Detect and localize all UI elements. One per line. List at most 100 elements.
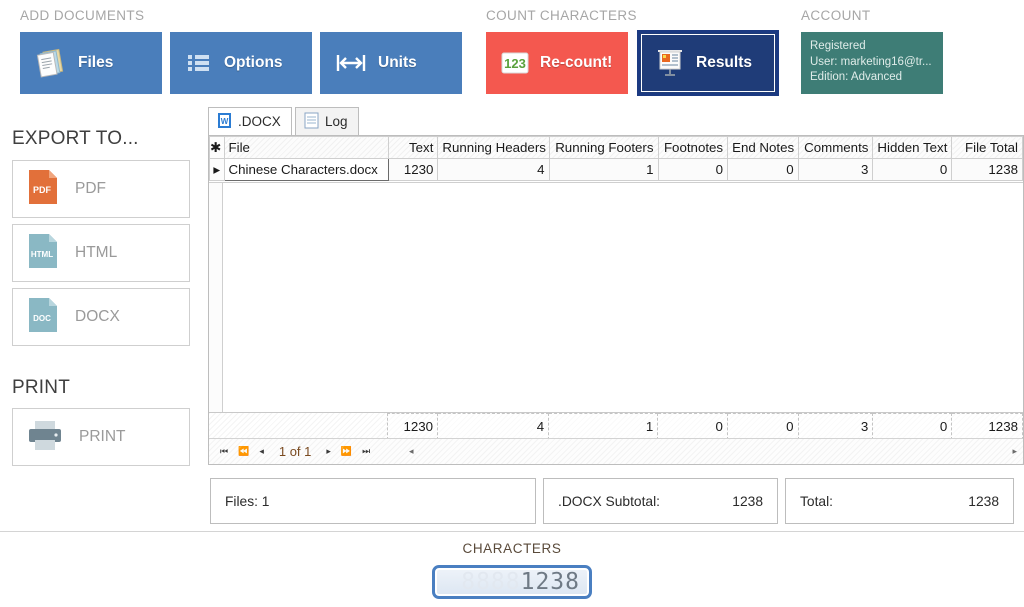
results-grid: ✱ File Text Running Headers Running Foot… bbox=[208, 135, 1024, 465]
export-pdf-label: PDF bbox=[75, 180, 106, 197]
account-status: Registered bbox=[810, 40, 866, 52]
characters-counter-display: 8888 1238 bbox=[432, 565, 592, 599]
svg-text:HTML: HTML bbox=[31, 250, 53, 259]
row-cell-end-notes[interactable]: 0 bbox=[727, 158, 799, 181]
row-cell-file-total[interactable]: 1238 bbox=[951, 158, 1023, 181]
export-pdf-button[interactable]: PDF PDF bbox=[12, 160, 190, 218]
nav-last-button[interactable]: ⏭ bbox=[362, 447, 370, 457]
scroll-left-arrow-icon[interactable]: ◂ bbox=[409, 446, 414, 457]
recount-button[interactable]: 123 Re-count! bbox=[486, 32, 628, 94]
html-file-icon: HTML bbox=[25, 231, 61, 276]
totals-label bbox=[224, 414, 388, 440]
files-button[interactable]: Files bbox=[20, 32, 162, 94]
grid-totals-row: 1230 4 1 0 0 3 0 1238 bbox=[209, 412, 1023, 440]
log-doc-icon bbox=[304, 112, 319, 132]
export-html-button[interactable]: HTML HTML bbox=[12, 224, 190, 282]
doc-file-icon: DOC bbox=[25, 295, 61, 340]
grid-col-footnotes[interactable]: Footnotes bbox=[657, 136, 729, 159]
grid-header-marker: ✱ bbox=[209, 136, 225, 159]
export-docx-button[interactable]: DOC DOCX bbox=[12, 288, 190, 346]
tab-log[interactable]: Log bbox=[295, 107, 359, 135]
svg-text:DOC: DOC bbox=[33, 314, 51, 323]
grid-empty-area bbox=[209, 182, 1023, 414]
total-box: Total: 1238 bbox=[785, 478, 1014, 524]
export-html-label: HTML bbox=[75, 244, 118, 261]
app-root: ADD DOCUMENTS COUNT CHARACTERS ACCOUNT F… bbox=[0, 0, 1024, 607]
printer-icon bbox=[25, 417, 65, 458]
grid-col-text[interactable]: Text bbox=[387, 136, 439, 159]
grid-col-running-headers[interactable]: Running Headers bbox=[437, 136, 550, 159]
svg-text:123: 123 bbox=[504, 56, 526, 71]
docx-subtotal-label: .DOCX Subtotal: bbox=[558, 493, 660, 509]
files-summary-box: Files: 1 bbox=[210, 478, 536, 524]
ribbon-group-label-count-characters: COUNT CHARACTERS bbox=[486, 8, 637, 23]
nav-next-button[interactable]: ▸ bbox=[326, 447, 331, 457]
lcd-off-digits: 8888 bbox=[461, 568, 521, 595]
horizontal-scrollbar[interactable]: ◂ ▸ bbox=[405, 439, 1021, 463]
print-button[interactable]: PRINT bbox=[12, 408, 190, 466]
units-button-label: Units bbox=[378, 54, 417, 71]
grid-col-hidden-text[interactable]: Hidden Text bbox=[872, 136, 953, 159]
account-edition: Edition: Advanced bbox=[810, 71, 903, 83]
list-icon bbox=[184, 48, 214, 78]
123-icon: 123 bbox=[500, 50, 530, 76]
grid-col-file[interactable]: File bbox=[223, 136, 389, 159]
row-marker: ▸ bbox=[209, 158, 225, 181]
docx-subtotal-box: .DOCX Subtotal: 1238 bbox=[543, 478, 778, 524]
files-summary-label: Files: 1 bbox=[225, 493, 270, 509]
word-doc-icon: W bbox=[217, 112, 232, 132]
grid-col-end-notes[interactable]: End Notes bbox=[727, 136, 799, 159]
totals-comments: 3 bbox=[797, 413, 874, 440]
measure-icon bbox=[334, 49, 368, 77]
totals-running-footers: 1 bbox=[548, 413, 659, 440]
recount-button-label: Re-count! bbox=[540, 54, 613, 71]
results-tabstrip: W .DOCX Log bbox=[208, 107, 1024, 135]
row-cell-file[interactable]: Chinese Characters.docx bbox=[223, 158, 389, 181]
grid-col-running-footers[interactable]: Running Footers bbox=[548, 136, 659, 159]
totals-running-headers: 4 bbox=[437, 413, 550, 440]
total-label: Total: bbox=[800, 493, 833, 509]
nav-prev-page-button[interactable]: ⏪ bbox=[238, 447, 249, 457]
row-cell-text[interactable]: 1230 bbox=[387, 158, 439, 181]
ribbon-toolbar: ADD DOCUMENTS COUNT CHARACTERS ACCOUNT F… bbox=[0, 0, 1024, 100]
grid-header-row: ✱ File Text Running Headers Running Foot… bbox=[209, 136, 1023, 159]
row-cell-footnotes[interactable]: 0 bbox=[657, 158, 729, 181]
grid-col-file-total[interactable]: File Total bbox=[951, 136, 1023, 159]
row-cell-comments[interactable]: 3 bbox=[797, 158, 874, 181]
results-button-label: Results bbox=[696, 54, 752, 71]
files-button-label: Files bbox=[78, 54, 114, 71]
options-button[interactable]: Options bbox=[170, 32, 312, 94]
print-title: PRINT bbox=[12, 377, 70, 398]
account-panel[interactable]: Registered User: marketing16@tr... Editi… bbox=[801, 32, 943, 94]
export-to-title: EXPORT TO... bbox=[12, 128, 139, 149]
characters-counter-title: CHARACTERS bbox=[462, 541, 562, 556]
total-value: 1238 bbox=[968, 493, 999, 509]
row-cell-hidden-text[interactable]: 0 bbox=[872, 158, 953, 181]
results-grid-table: ✱ File Text Running Headers Running Foot… bbox=[209, 136, 1023, 181]
results-button[interactable]: Results bbox=[637, 30, 779, 96]
nav-first-button[interactable]: ⏮ bbox=[220, 447, 228, 457]
print-label: PRINT bbox=[79, 428, 126, 445]
units-button[interactable]: Units bbox=[320, 32, 462, 94]
totals-text: 1230 bbox=[387, 413, 439, 440]
grid-col-comments[interactable]: Comments bbox=[797, 136, 874, 159]
row-cell-running-headers[interactable]: 4 bbox=[437, 158, 550, 181]
tab-docx-label: .DOCX bbox=[238, 114, 281, 129]
table-row[interactable]: ▸ Chinese Characters.docx 1230 4 1 0 0 3… bbox=[209, 158, 1023, 181]
lcd-value: 1238 bbox=[520, 568, 580, 595]
ribbon-group-label-account: ACCOUNT bbox=[801, 8, 871, 23]
tab-docx[interactable]: W .DOCX bbox=[208, 107, 292, 135]
scroll-right-arrow-icon[interactable]: ▸ bbox=[1012, 446, 1017, 457]
grid-row-gutter bbox=[209, 183, 223, 414]
totals-gutter bbox=[209, 414, 224, 440]
presentation-icon bbox=[654, 47, 686, 79]
nav-next-page-button[interactable]: ⏩ bbox=[341, 447, 352, 457]
nav-prev-button[interactable]: ◂ bbox=[259, 447, 264, 457]
totals-end-notes: 0 bbox=[726, 413, 799, 440]
totals-footnotes: 0 bbox=[657, 413, 728, 440]
row-cell-running-footers[interactable]: 1 bbox=[548, 158, 659, 181]
totals-hidden-text: 0 bbox=[872, 413, 953, 440]
grid-navigator: ⏮ ⏪ ◂ 1 of 1 ▸ ⏩ ⏭ ◂ ▸ bbox=[209, 438, 1023, 464]
docx-subtotal-value: 1238 bbox=[732, 493, 763, 509]
account-user: User: marketing16@tr... bbox=[810, 55, 932, 68]
